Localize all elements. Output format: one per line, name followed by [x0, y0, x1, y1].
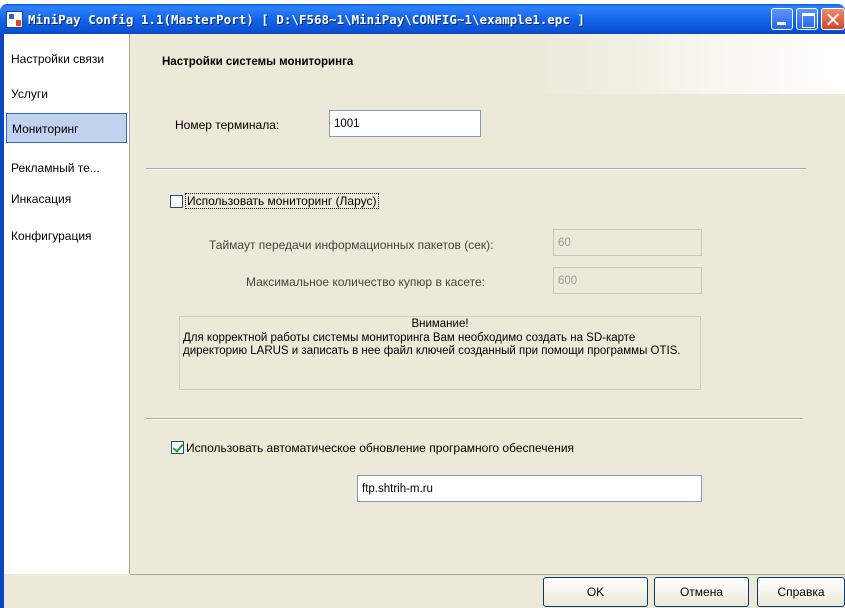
ok-button[interactable]: OK [543, 577, 648, 607]
sidebar-item-advertising[interactable]: Рекламный те... [6, 153, 127, 183]
timeout-label: Таймаут передачи информационных пакетов … [209, 238, 494, 252]
terminal-number-label: Номер терминала: [175, 118, 280, 132]
sidebar-item-collection[interactable]: Инкасация [6, 184, 127, 214]
help-button[interactable]: Справка [757, 577, 845, 607]
cancel-button[interactable]: Отмена [654, 577, 749, 607]
sidebar-footer [0, 574, 130, 608]
notice-title: Внимание! [411, 318, 469, 330]
maximize-button[interactable] [796, 8, 818, 30]
window-title: MiniPay Config 1.1(MasterPort) [ D:\F568… [28, 12, 585, 27]
warning-notice: Внимание! Для корректной работы системы … [179, 316, 701, 390]
close-button[interactable] [821, 8, 845, 30]
sidebar-item-configuration[interactable]: Конфигурация [6, 221, 127, 251]
sidebar-item-monitoring[interactable]: Мониторинг [6, 113, 127, 143]
auto-update-label[interactable]: Использовать автоматическое обновление п… [186, 441, 574, 455]
max-notes-label: Максимальное количество купюр в касете: [246, 275, 485, 289]
sidebar-nav: Настройки связи Услуги Мониторинг Реклам… [0, 34, 130, 574]
use-monitoring-checkbox[interactable] [170, 195, 183, 208]
minimize-button[interactable] [771, 8, 793, 30]
timeout-input[interactable] [553, 229, 702, 256]
sidebar-item-services[interactable]: Услуги [6, 79, 127, 109]
use-monitoring-label[interactable]: Использовать мониторинг (Ларус) [185, 193, 379, 209]
notice-text: Для корректной работы системы мониторинг… [183, 332, 681, 357]
auto-update-checkbox[interactable] [171, 441, 184, 454]
max-notes-input[interactable] [553, 267, 702, 294]
separator [146, 168, 806, 170]
section-title: Настройки системы мониторинга [162, 56, 354, 68]
app-icon[interactable] [6, 11, 23, 28]
terminal-number-input[interactable] [329, 110, 481, 137]
separator [146, 418, 803, 420]
sidebar-item-connection[interactable]: Настройки связи [6, 44, 127, 74]
update-server-input[interactable] [357, 475, 702, 502]
